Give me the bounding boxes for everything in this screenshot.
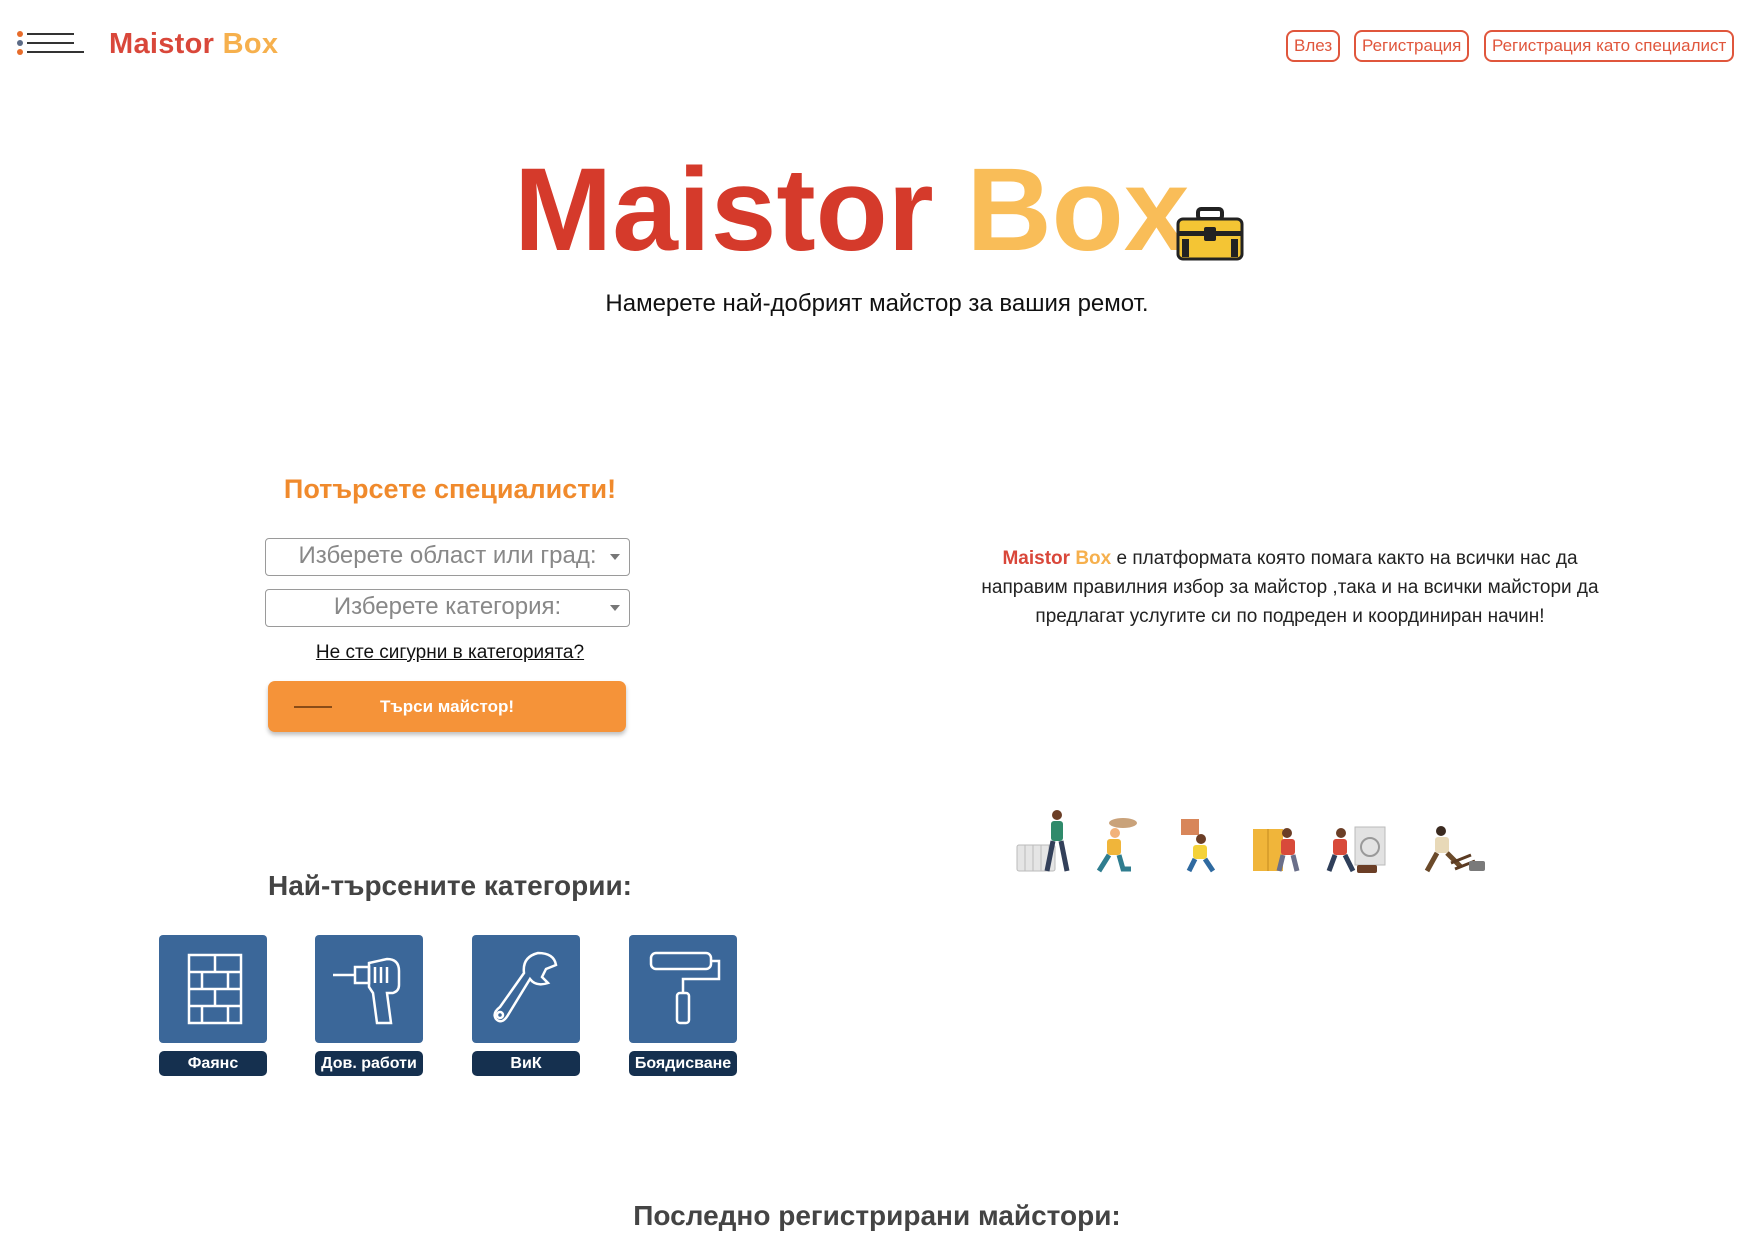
search-button[interactable]: Търси майстор! xyxy=(268,681,626,732)
tiles-icon xyxy=(159,935,267,1043)
about-text: Maistor Box е платформата която помага к… xyxy=(940,544,1640,631)
chevron-down-icon xyxy=(610,554,620,560)
worker-appliance-icon xyxy=(1326,826,1386,873)
about-brand-maistor: Maistor xyxy=(1002,548,1071,569)
search-button-label: Търси майстор! xyxy=(379,697,515,716)
region-select-placeholder: Изберете област или град: xyxy=(298,542,597,569)
about-line-2: направим правилния избор за майстор ,так… xyxy=(981,577,1599,598)
paint-roller-icon xyxy=(629,935,737,1043)
header-logo-box: Box xyxy=(222,28,279,60)
about-brand-box: Box xyxy=(1075,548,1112,569)
dash-icon xyxy=(294,706,332,708)
latest-masters-title: Последно регистрирани майстори: xyxy=(633,1200,1121,1231)
register-specialist-button[interactable]: Регистрация като специалист xyxy=(1484,30,1735,62)
login-button[interactable]: Влез xyxy=(1286,30,1341,62)
worker-ceiling-icon xyxy=(1096,818,1137,873)
wrench-icon xyxy=(472,935,580,1043)
category-label: Фаянс xyxy=(159,1051,267,1076)
about-line-1: е платформата която помага както на всич… xyxy=(1111,548,1578,569)
region-select[interactable]: Изберете област или град: xyxy=(265,538,630,576)
category-label: ВиК xyxy=(472,1051,580,1076)
chevron-down-icon xyxy=(610,605,620,611)
drill-icon xyxy=(315,935,423,1043)
category-drill[interactable]: Дов. работи xyxy=(315,935,423,1076)
tagline: Намерете най-добрият майстор за вашия ре… xyxy=(605,290,1149,317)
search-title: Потърсете специалисти! xyxy=(283,474,617,504)
category-painting[interactable]: Боядисване xyxy=(629,935,737,1076)
header-logo[interactable]: Maistor Box xyxy=(109,28,278,61)
hero-logo: Maistor Box xyxy=(514,150,1189,270)
category-tiles[interactable]: Фаянс xyxy=(159,935,267,1076)
category-plumbing[interactable]: ВиК xyxy=(472,935,580,1076)
register-button[interactable]: Регистрация xyxy=(1354,30,1470,62)
unsure-category-link[interactable]: Не сте сигурни в категорията? xyxy=(220,642,680,664)
category-label: Боядисване xyxy=(629,1051,737,1076)
categories-title: Най-търсените категории: xyxy=(267,870,632,901)
hero-logo-box: Box xyxy=(966,144,1190,276)
workers-illustration xyxy=(995,805,1525,885)
worker-cabinet-icon xyxy=(1253,828,1300,872)
category-select-placeholder: Изберете категория: xyxy=(333,593,562,620)
hero-logo-maistor: Maistor xyxy=(514,144,934,276)
menu-icon[interactable] xyxy=(16,30,86,60)
worker-floor-icon xyxy=(1424,826,1485,873)
worker-radiator-icon xyxy=(1016,810,1070,872)
about-line-3: предлагат услугите си по подреден и коор… xyxy=(1035,606,1545,627)
category-label: Дов. работи xyxy=(315,1051,423,1076)
toolbox-icon xyxy=(1176,207,1244,261)
header-logo-maistor: Maistor xyxy=(109,28,215,60)
category-select[interactable]: Изберете категория: xyxy=(265,589,630,627)
worker-boxes-icon xyxy=(1181,819,1216,873)
